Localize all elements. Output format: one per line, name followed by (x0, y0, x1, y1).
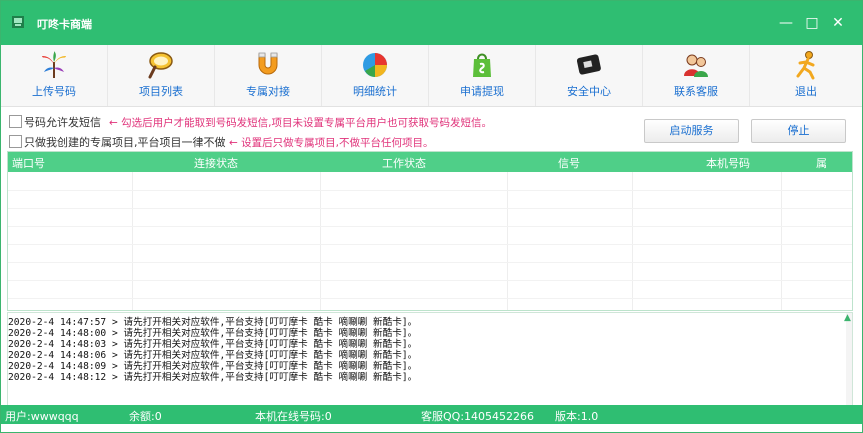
toolbar-label: 安全中心 (567, 85, 611, 98)
upload-numbers-button[interactable]: 上传号码 (1, 45, 108, 106)
status-service-qq: 客服QQ:1405452266 (421, 410, 535, 423)
column-header-phone-number[interactable]: 本机号码 (706, 155, 750, 171)
log-textarea[interactable]: 2020-2-4 14:47:57 > 请先打开相关对应软件,平台支持[叮叮摩卡… (7, 312, 853, 407)
column-header-work-status[interactable]: 工作状态 (382, 155, 426, 171)
log-line: 2020-2-4 14:48:12 > 请先打开相关对应软件,平台支持[叮叮摩卡… (8, 372, 418, 383)
toolbar-label: 专属对接 (246, 85, 290, 98)
row-divider (8, 208, 852, 209)
pie-chart-icon (363, 53, 387, 77)
checkbox-box[interactable] (9, 115, 22, 128)
column-divider (320, 172, 321, 310)
status-online-count: 本机在线号码:0 (255, 410, 332, 423)
toolbar-label: 联系客服 (674, 85, 718, 98)
toolbar-label: 退出 (795, 85, 817, 98)
column-divider (781, 172, 782, 310)
customer-service-icon (684, 54, 708, 77)
row-divider (8, 190, 852, 191)
exit-button[interactable]: 退出 (750, 45, 862, 106)
chip-card-icon (576, 54, 601, 75)
exclusive-only-checkbox[interactable]: 只做我创建的专属项目,平台项目一律不做 (9, 135, 226, 151)
close-button[interactable]: ✕ (826, 11, 850, 35)
column-divider (132, 172, 133, 310)
table-header: 端口号 连接状态 工作状态 信号 本机号码 属 (8, 152, 852, 172)
status-user: 用户:wwwqqq (5, 410, 79, 423)
start-service-button[interactable]: 启动服务 (644, 119, 739, 143)
title-bar: 叮咚卡商端 — □ ✕ (1, 1, 862, 45)
contact-service-button[interactable]: 联系客服 (643, 45, 750, 106)
row-divider (8, 280, 852, 281)
scroll-up-arrow-icon[interactable]: ▲ (844, 313, 851, 323)
checkbox-label: 只做我创建的专属项目,平台项目一律不做 (24, 136, 226, 149)
horseshoe-magnet-icon (258, 52, 278, 75)
upload-leaves-icon (42, 51, 66, 78)
column-divider (632, 172, 633, 310)
toolbar: 上传号码 项目列表 专属对接 明细统计 申请提现 安全中心 联系客服 退出 (1, 45, 862, 107)
status-bar: 用户:wwwqqq 余额:0 本机在线号码:0 客服QQ:1405452266 … (1, 405, 862, 424)
status-version: 版本:1.0 (555, 410, 599, 423)
toolbar-label: 上传号码 (32, 85, 76, 98)
shopping-bag-icon (473, 53, 491, 77)
row-divider (8, 262, 852, 263)
exclusive-only-hint: ← 设置后只做专属项目,不做平台任何项目。 (229, 137, 434, 149)
log-scrollbar[interactable]: ▲ (844, 313, 852, 406)
stop-button[interactable]: 停止 (751, 119, 846, 143)
column-header-attribution[interactable]: 属 (816, 155, 827, 171)
toolbar-label: 明细统计 (353, 85, 397, 98)
minimize-button[interactable]: — (774, 11, 798, 35)
detail-statistics-button[interactable]: 明细统计 (322, 45, 429, 106)
column-header-signal[interactable]: 信号 (558, 155, 580, 171)
toolbar-label: 项目列表 (139, 85, 183, 98)
security-center-button[interactable]: 安全中心 (536, 45, 643, 106)
column-divider (507, 172, 508, 310)
app-logo-icon (12, 16, 24, 28)
allow-sms-hint: ← 勾选后用户才能取到号码发短信,项目未设置专属平台用户也可获取号码发短信。 (109, 117, 492, 129)
status-balance: 余额:0 (129, 410, 162, 423)
port-table[interactable]: 端口号 连接状态 工作状态 信号 本机号码 属 (7, 151, 853, 311)
window-title: 叮咚卡商端 (37, 18, 92, 31)
main-window: 叮咚卡商端 — □ ✕ 上传号码 项目列表 专属对接 明细统计 申请提现 安全中… (0, 0, 863, 433)
checkbox-box[interactable] (9, 135, 22, 148)
checkbox-label: 号码允许发短信 (24, 116, 101, 129)
column-header-connection-status[interactable]: 连接状态 (194, 155, 238, 171)
row-divider (8, 226, 852, 227)
maximize-button[interactable]: □ (800, 11, 824, 35)
row-divider (8, 244, 852, 245)
exclusive-docking-button[interactable]: 专属对接 (215, 45, 322, 106)
running-person-icon (796, 51, 815, 80)
toolbar-label: 申请提现 (460, 85, 504, 98)
allow-sms-checkbox[interactable]: 号码允许发短信 (9, 115, 101, 131)
apply-withdrawal-button[interactable]: 申请提现 (429, 45, 536, 106)
column-header-port[interactable]: 端口号 (12, 155, 45, 171)
row-divider (8, 298, 852, 299)
magnifier-icon (148, 52, 173, 79)
project-list-button[interactable]: 项目列表 (108, 45, 215, 106)
